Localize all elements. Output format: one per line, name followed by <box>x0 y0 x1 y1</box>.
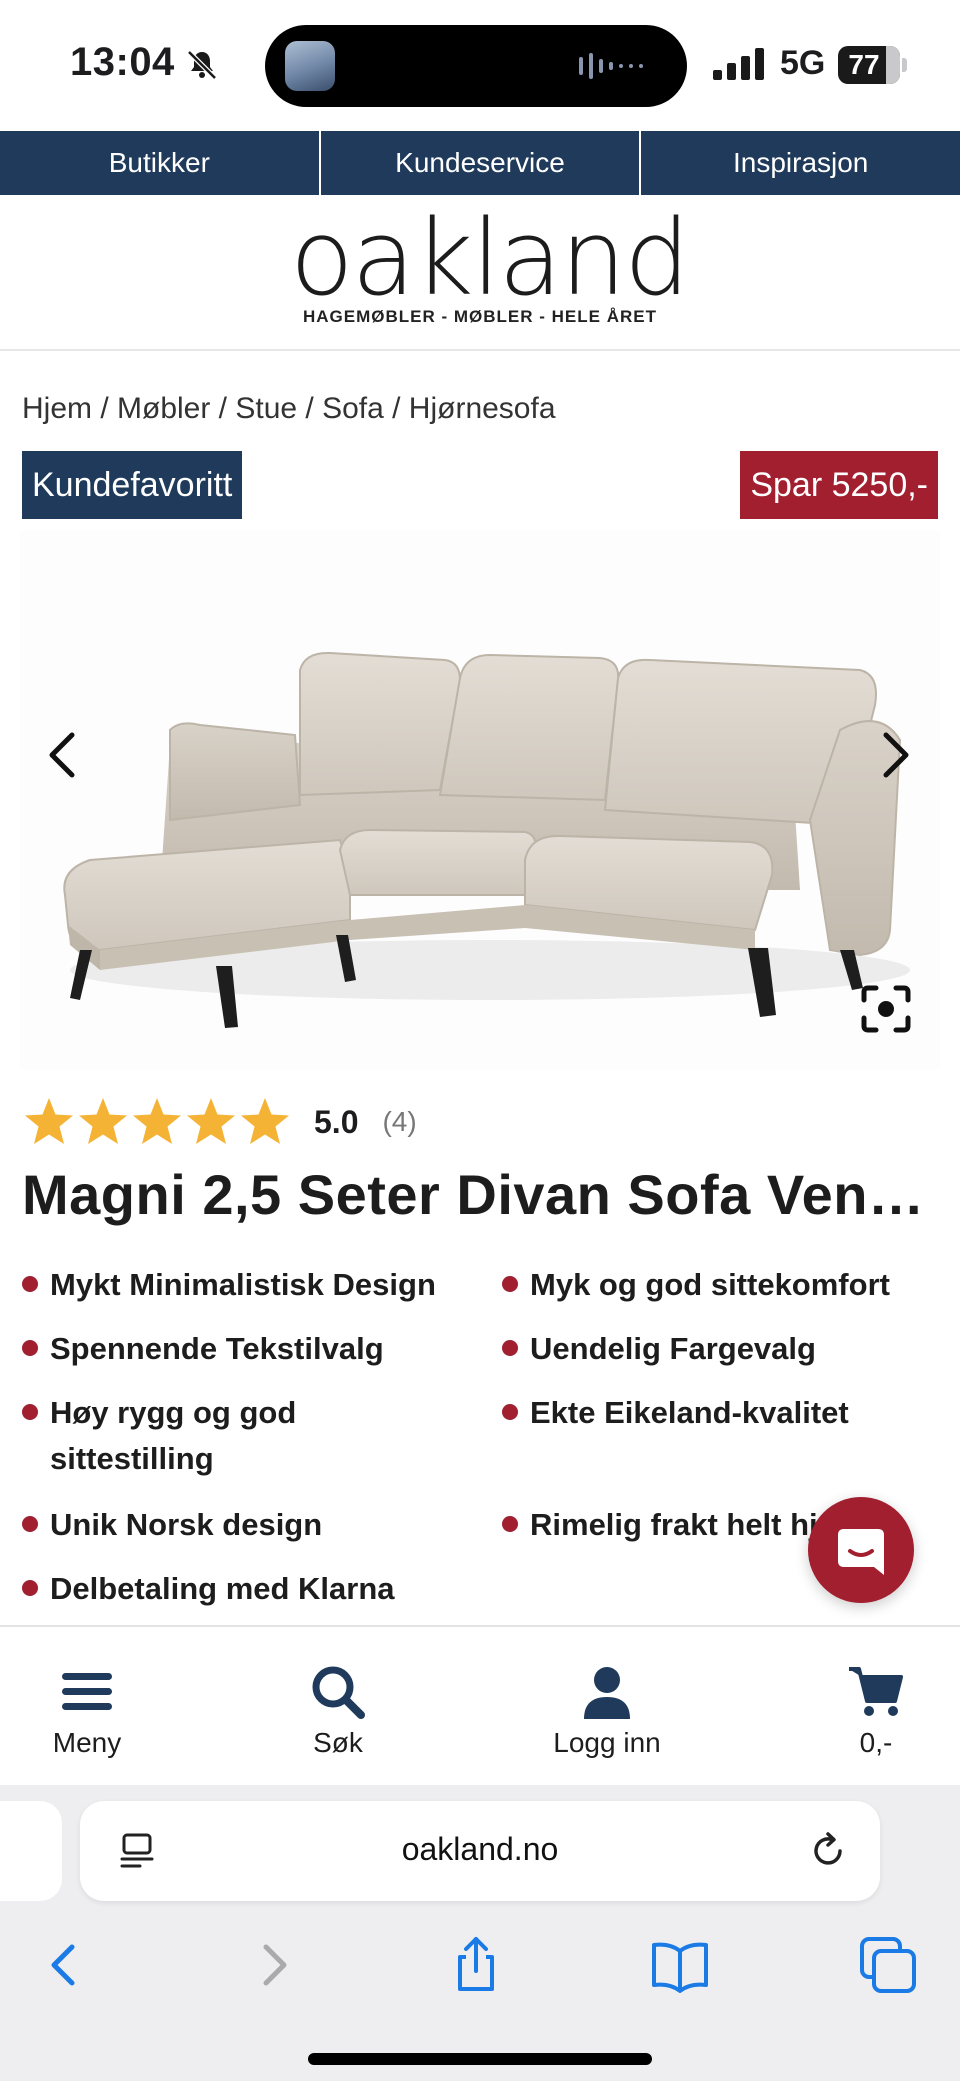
bell-slash-icon <box>187 50 217 80</box>
top-nav-inspirasjon[interactable]: Inspirasjon <box>641 131 960 195</box>
feature-item: Uendelig Fargevalg <box>502 1326 816 1372</box>
back-icon[interactable] <box>34 1935 94 1995</box>
carousel-prev-icon[interactable] <box>42 725 82 785</box>
share-icon[interactable] <box>446 1935 506 1995</box>
site-logo[interactable]: oakland HAGEMØBLER - MØBLER - HELE ÅRET <box>290 197 690 327</box>
star-icon <box>25 1098 73 1144</box>
previous-tab-card[interactable] <box>0 1801 62 1901</box>
audio-wave-icon <box>579 53 643 79</box>
carousel-next-icon[interactable] <box>876 725 916 785</box>
dynamic-island[interactable] <box>265 25 687 107</box>
nav-cart-total: 0,- <box>859 1727 893 1758</box>
site-header: oakland HAGEMØBLER - MØBLER - HELE ÅRET <box>0 195 960 351</box>
menu-icon <box>62 1673 112 1710</box>
breadcrumb[interactable]: Hjem / Møbler / Stue / Sofa / Hjørnesofa <box>22 392 556 426</box>
user-icon <box>584 1667 630 1719</box>
nav-menu-button[interactable]: Meny <box>0 1663 177 1759</box>
reload-icon[interactable] <box>808 1831 848 1871</box>
home-indicator[interactable] <box>308 2053 652 2065</box>
top-nav-kundeservice[interactable]: Kundeservice <box>321 131 642 195</box>
customer-favorite-badge: Kundefavoritt <box>22 451 243 519</box>
star-icon <box>79 1098 127 1144</box>
star-icon <box>133 1098 181 1144</box>
rating-stars <box>22 1096 292 1148</box>
feature-item: Mykt Minimalistisk Design <box>22 1262 436 1308</box>
nav-search-button[interactable]: Søk <box>248 1663 428 1759</box>
now-playing-thumbnail <box>285 41 335 91</box>
nav-login-label: Logg inn <box>553 1727 661 1758</box>
search-icon <box>312 1666 365 1719</box>
top-nav-butikker[interactable]: Butikker <box>0 131 321 195</box>
feature-item: Spennende Tekstilvalg <box>22 1326 384 1372</box>
browser-chrome: oakland.no <box>0 1785 960 2081</box>
network-type: 5G <box>780 44 826 82</box>
review-count[interactable]: (4) <box>382 1106 416 1138</box>
nav-cart-button[interactable]: 0,- <box>786 1663 960 1759</box>
feature-item: Ekte Eikeland-kvalitet <box>502 1390 849 1436</box>
feature-item: Unik Norsk design <box>22 1502 322 1548</box>
rating-score: 5.0 <box>314 1103 359 1140</box>
cellular-signal-icon <box>713 48 764 80</box>
bottom-nav: Meny Søk Logg inn 0,- <box>0 1625 960 1785</box>
chat-button[interactable] <box>808 1497 914 1603</box>
feature-item: Høy rygg og god sittestilling <box>22 1390 382 1482</box>
top-nav: Butikker Kundeservice Inspirasjon <box>0 131 960 195</box>
fullscreen-icon[interactable] <box>860 984 912 1034</box>
star-icon <box>187 1098 235 1144</box>
feature-item: Delbetaling med Klarna <box>22 1566 395 1612</box>
address-bar[interactable]: oakland.no <box>80 1801 880 1901</box>
cart-icon <box>849 1667 903 1716</box>
bookmarks-icon[interactable] <box>650 1935 710 1995</box>
status-time: 13:04 <box>70 40 175 84</box>
feature-item: Rimelig frakt helt hj <box>502 1502 818 1548</box>
product-rating[interactable]: 5.0 (4) <box>22 1094 417 1150</box>
feature-item: Myk og god sittekomfort <box>502 1262 890 1308</box>
nav-login-button[interactable]: Logg inn <box>517 1663 697 1759</box>
product-image[interactable] <box>20 530 940 1070</box>
logo-wordmark: oakland <box>290 197 690 319</box>
status-bar: 13:04 5G 77 <box>0 0 960 130</box>
star-icon <box>241 1098 289 1144</box>
nav-search-label: Søk <box>313 1727 363 1758</box>
url-text[interactable]: oakland.no <box>80 1831 880 1868</box>
chat-icon <box>838 1529 884 1575</box>
savings-badge: Spar 5250,- <box>740 451 938 519</box>
tabs-icon[interactable] <box>858 1935 918 1995</box>
battery-level: 77 <box>848 49 880 80</box>
nav-menu-label: Meny <box>52 1727 122 1758</box>
battery-indicator: 77 <box>838 46 908 84</box>
product-title: Magni 2,5 Seter Divan Sofa Venstre <box>22 1163 942 1226</box>
forward-icon[interactable] <box>244 1935 304 1995</box>
logo-tagline: HAGEMØBLER - MØBLER - HELE ÅRET <box>303 307 657 326</box>
